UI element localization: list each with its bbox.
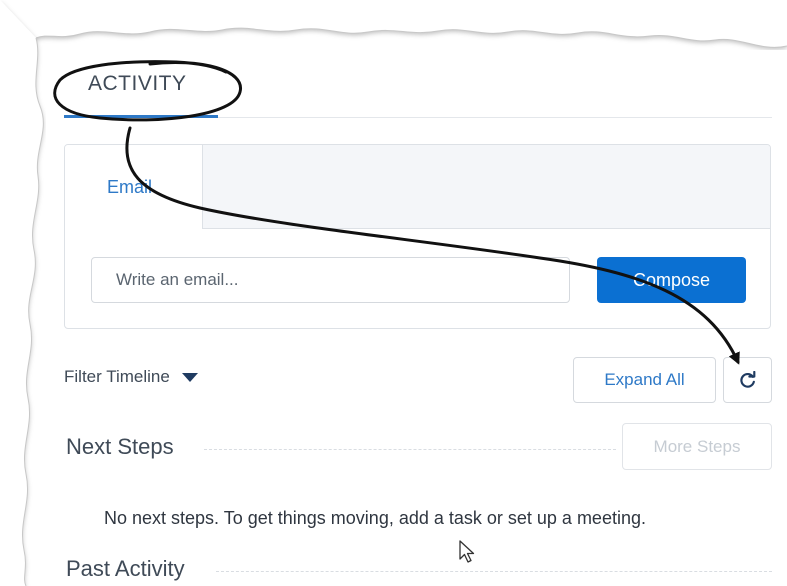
composer-tab-bar: Email	[65, 145, 770, 229]
expand-all-button[interactable]: Expand All	[573, 357, 716, 403]
past-activity-title: Past Activity	[66, 556, 185, 581]
more-steps-button[interactable]: More Steps	[622, 423, 772, 470]
compose-button[interactable]: Compose	[597, 257, 746, 303]
activity-panel-screenshot: ACTIVITY Email Compose Filter Timeline E…	[0, 0, 787, 586]
next-steps-title: Next Steps	[66, 434, 174, 459]
filter-timeline-dropdown[interactable]: Filter Timeline	[64, 367, 198, 387]
tab-email[interactable]: Email	[65, 145, 203, 229]
mouse-pointer-icon	[459, 540, 475, 563]
caret-down-icon	[181, 372, 198, 382]
next-steps-empty-message: No next steps. To get things moving, add…	[104, 508, 646, 528]
email-input[interactable]	[91, 257, 570, 303]
section-divider	[204, 449, 616, 450]
activity-tab[interactable]: ACTIVITY	[88, 72, 187, 96]
email-tab-label: Email	[107, 177, 153, 197]
filter-timeline-label: Filter Timeline	[64, 367, 170, 386]
section-divider	[216, 571, 772, 572]
refresh-icon	[739, 371, 755, 388]
activity-tab-underline	[64, 115, 218, 118]
refresh-button[interactable]	[723, 357, 772, 403]
